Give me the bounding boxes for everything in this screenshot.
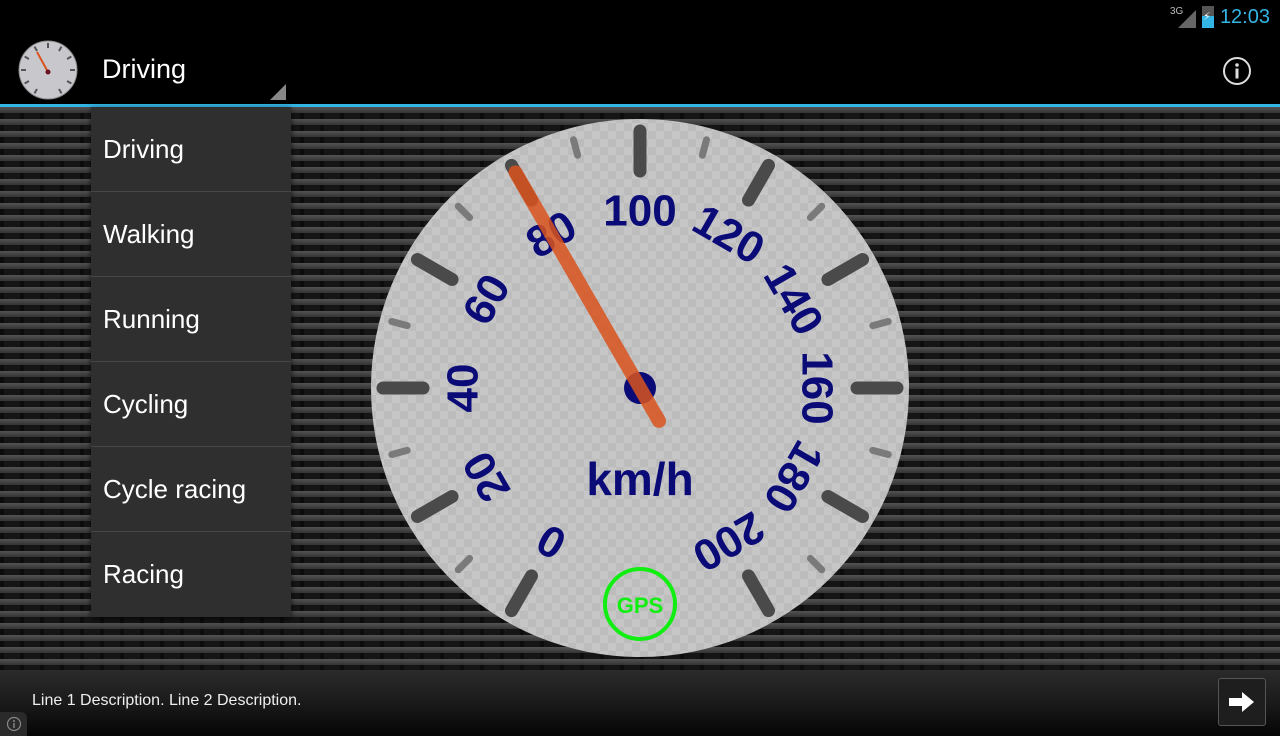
minor-tick xyxy=(388,317,411,330)
minor-tick xyxy=(869,317,892,330)
gps-label: GPS xyxy=(617,593,663,618)
mode-option-driving[interactable]: Driving xyxy=(91,107,291,192)
status-bar: 3G ⚡ 12:03 xyxy=(0,0,1280,34)
unit-label: km/h xyxy=(586,453,693,505)
description-text: Line 1 Description. Line 2 Description. xyxy=(32,692,302,709)
arrow-right-icon xyxy=(1229,692,1254,712)
info-icon xyxy=(6,716,21,732)
info-icon[interactable] xyxy=(1222,56,1252,86)
mode-option-walking[interactable]: Walking xyxy=(91,192,291,277)
speedometer-icon[interactable] xyxy=(18,40,78,100)
spinner-arrow-icon xyxy=(270,84,286,100)
mode-option-racing[interactable]: Racing xyxy=(91,532,291,617)
selected-mode: Driving xyxy=(102,54,187,84)
clock: 12:03 xyxy=(1219,5,1270,28)
minor-tick xyxy=(388,446,411,459)
mode-option-cycle-racing[interactable]: Cycle racing xyxy=(91,447,291,532)
gauge-label: 160 xyxy=(793,351,842,424)
gauge-label: 100 xyxy=(603,187,676,236)
battery-charging-icon: ⚡ xyxy=(1201,6,1214,28)
network-signal-icon: 3G xyxy=(1170,4,1196,30)
mode-spinner[interactable]: Driving xyxy=(102,34,288,104)
minor-tick xyxy=(698,136,711,159)
small-info-button[interactable] xyxy=(0,712,27,736)
mode-option-running[interactable]: Running xyxy=(91,277,291,362)
gauge-label: 40 xyxy=(439,364,488,413)
mode-dropdown: Driving Walking Running Cycling Cycle ra… xyxy=(91,107,291,617)
next-button[interactable] xyxy=(1218,678,1266,726)
minor-tick xyxy=(569,136,582,159)
status-icons: 3G ⚡ 12:03 xyxy=(1170,0,1270,34)
mode-option-cycling[interactable]: Cycling xyxy=(91,362,291,447)
minor-tick xyxy=(869,446,892,459)
bottom-bar: Line 1 Description. Line 2 Description. xyxy=(0,670,1280,736)
